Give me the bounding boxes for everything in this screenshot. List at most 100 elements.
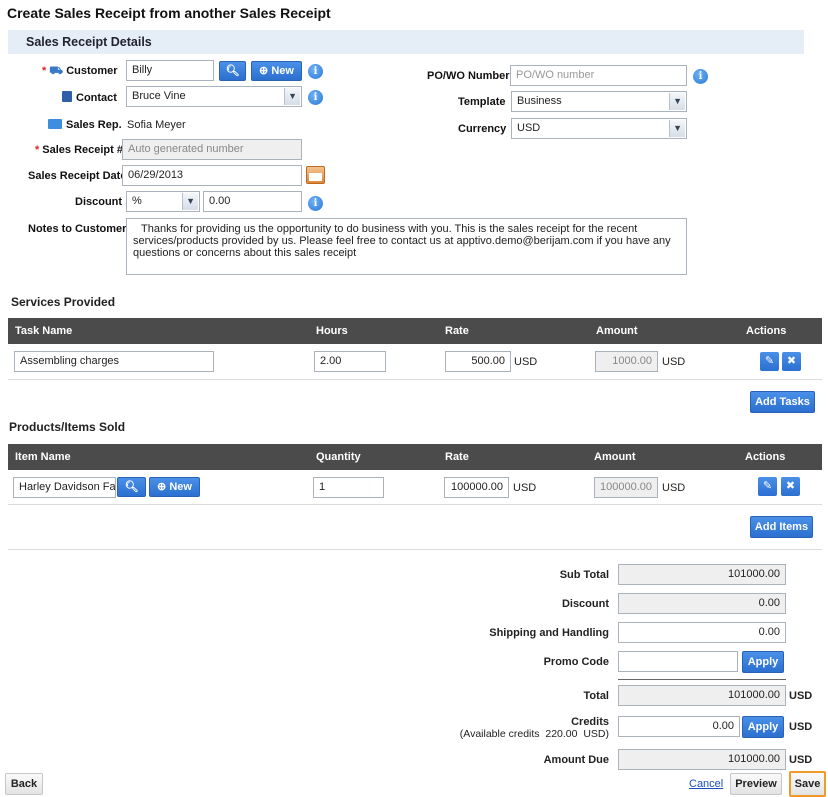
customer-label: * ⛟ Customer <box>42 65 118 77</box>
notes-label: Notes to Customer <box>28 223 127 235</box>
customer-input[interactable]: Billy <box>126 60 214 81</box>
page-title: Create Sales Receipt from another Sales … <box>7 5 331 21</box>
shipping-label: Shipping and Handling <box>489 627 609 639</box>
customer-icon: ⛟ <box>49 65 64 77</box>
receipt-date-label: Sales Receipt Date <box>28 170 127 182</box>
notes-textarea[interactable]: Thanks for providing us the opportunity … <box>126 218 687 275</box>
item-amount-input: 100000.00 <box>594 477 658 498</box>
contact-select[interactable]: Bruce Vine ▼ <box>126 86 302 107</box>
hours-input[interactable]: 2.00 <box>314 351 386 372</box>
promo-apply-button[interactable]: Apply <box>742 651 784 673</box>
col-amount: Amount <box>596 325 638 337</box>
task-name-input[interactable]: Assembling charges <box>14 351 214 372</box>
task-rate-input[interactable]: 500.00 <box>445 351 511 372</box>
services-title: Services Provided <box>11 295 116 309</box>
po-label: PO/WO Number <box>427 70 510 82</box>
trash-icon[interactable]: ✖ <box>782 352 801 371</box>
item-search-button[interactable]: 🔍︎ <box>117 477 146 497</box>
preview-button[interactable]: Preview <box>730 773 782 795</box>
item-new-button[interactable]: ⊕ New <box>149 477 200 497</box>
total-value: 101000.00 <box>618 685 786 706</box>
plus-icon: ⊕ <box>259 65 269 77</box>
section-title: Sales Receipt Details <box>26 35 152 49</box>
sales-rep-label: Sales Rep. <box>48 119 122 131</box>
divider <box>8 549 822 550</box>
customer-info-icon[interactable]: i <box>308 64 323 79</box>
divider <box>618 679 786 680</box>
search-icon: 🔍︎ <box>225 65 240 77</box>
cancel-link[interactable]: Cancel <box>689 778 723 790</box>
contact-info-icon[interactable]: i <box>308 90 323 105</box>
amount-due-currency: USD <box>789 754 813 766</box>
divider <box>8 504 822 505</box>
currency-select[interactable]: USD ▼ <box>511 118 687 139</box>
divider <box>8 379 822 380</box>
customer-search-button[interactable]: 🔍︎ <box>219 61 246 81</box>
products-title: Products/Items Sold <box>9 420 126 434</box>
col-task-name: Task Name <box>15 325 73 337</box>
calendar-icon[interactable] <box>306 166 325 184</box>
credits-apply-button[interactable]: Apply <box>742 716 784 738</box>
edit-icon[interactable]: ✎ <box>758 477 777 496</box>
task-amount-input: 1000.00 <box>595 351 658 372</box>
receipt-number-label: * Sales Receipt # <box>35 144 123 156</box>
chevron-down-icon: ▼ <box>288 91 297 101</box>
discount-label: Discount <box>75 196 123 208</box>
sub-total-value: 101000.00 <box>618 564 786 585</box>
receipt-date-input[interactable]: 06/29/2013 <box>122 165 302 186</box>
po-input[interactable]: PO/WO number <box>510 65 687 86</box>
task-rate-currency: USD <box>514 356 538 368</box>
currency-label: Currency <box>458 123 507 135</box>
amount-due-label: Amount Due <box>543 754 609 766</box>
save-button[interactable]: Save <box>789 771 826 797</box>
col-amount: Amount <box>594 451 636 463</box>
promo-label: Promo Code <box>543 656 609 668</box>
discount-input[interactable]: 0.00 <box>203 191 302 212</box>
add-items-button[interactable]: Add Items <box>750 516 813 538</box>
discount-info-icon[interactable]: i <box>308 196 323 211</box>
item-name-input[interactable]: Harley Davidson Fatbo <box>13 477 116 498</box>
quantity-input[interactable]: 1 <box>313 477 384 498</box>
credits-input[interactable]: 0.00 <box>618 716 740 737</box>
credits-label: Credits <box>571 716 609 728</box>
item-rate-input[interactable]: 100000.00 <box>444 477 509 498</box>
col-rate: Rate <box>445 325 469 337</box>
customer-new-button[interactable]: ⊕ New <box>251 61 302 81</box>
edit-icon[interactable]: ✎ <box>760 352 779 371</box>
search-icon: 🔍︎ <box>124 481 139 493</box>
sub-total-label: Sub Total <box>559 569 609 581</box>
available-credits-note: (Available credits 220.00 USD) <box>459 728 609 740</box>
discount-type-select[interactable]: % ▼ <box>126 191 200 212</box>
shipping-input[interactable]: 0.00 <box>618 622 786 643</box>
col-rate: Rate <box>445 451 469 463</box>
back-button[interactable]: Back <box>5 773 43 795</box>
po-info-icon[interactable]: i <box>693 69 708 84</box>
item-amount-currency: USD <box>662 482 686 494</box>
credits-currency: USD <box>789 721 813 733</box>
col-actions: Actions <box>745 451 786 463</box>
products-table-header: Item Name Quantity Rate Amount Actions <box>8 444 822 470</box>
receipt-number-input: Auto generated number <box>122 139 302 160</box>
chevron-down-icon: ▼ <box>673 96 682 106</box>
id-card-icon <box>48 119 62 129</box>
section-header: Sales Receipt Details <box>8 30 804 54</box>
total-currency: USD <box>789 690 813 702</box>
chevron-down-icon: ▼ <box>186 196 195 206</box>
contact-label: Contact <box>62 91 117 104</box>
col-item-name: Item Name <box>15 451 71 463</box>
task-amount-currency: USD <box>662 356 686 368</box>
trash-icon[interactable]: ✖ <box>781 477 800 496</box>
promo-input[interactable] <box>618 651 738 672</box>
plus-icon: ⊕ <box>157 481 167 493</box>
col-quantity: Quantity <box>316 451 361 463</box>
template-label: Template <box>458 96 506 108</box>
services-table-header: Task Name Hours Rate Amount Actions <box>8 318 822 344</box>
chevron-down-icon: ▼ <box>673 123 682 133</box>
item-rate-currency: USD <box>513 482 537 494</box>
template-select[interactable]: Business ▼ <box>511 91 687 112</box>
contact-book-icon <box>62 91 72 102</box>
total-label: Total <box>583 690 609 702</box>
discount-total-label: Discount <box>561 598 609 610</box>
sales-rep-value: Sofia Meyer <box>127 119 186 131</box>
add-tasks-button[interactable]: Add Tasks <box>750 391 815 413</box>
